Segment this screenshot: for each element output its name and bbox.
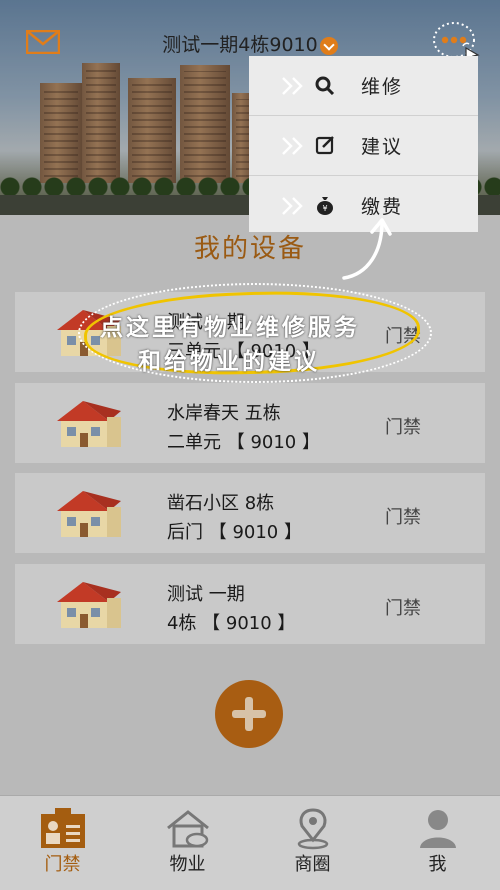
tab-label: 商圈 [294, 854, 331, 875]
community-selector[interactable]: 测试一期4栋9010 [0, 30, 500, 57]
house-icon [167, 810, 209, 848]
device-type-label: 门禁 [385, 417, 421, 438]
tab-property[interactable]: 物业 [125, 796, 250, 890]
menu-item-suggestion[interactable]: 建议 [249, 116, 478, 176]
device-card[interactable]: 水岸春天 五栋 二单元 【 9010 】 门禁 [15, 383, 485, 463]
add-device-button[interactable] [215, 680, 283, 748]
section-title: 我的设备 [193, 234, 306, 264]
wrench-icon [315, 76, 335, 95]
id-card-icon [41, 808, 85, 848]
house-icon [57, 582, 121, 628]
device-card[interactable]: 测试 一期 4栋 【 9010 】 门禁 [15, 564, 485, 644]
house-icon [57, 401, 121, 447]
menu-item-repair[interactable]: 维修 [249, 56, 478, 116]
svg-text:¥: ¥ [322, 204, 327, 213]
device-unit: 后门 【 9010 】 [167, 522, 302, 543]
chevron-down-icon [319, 36, 338, 55]
popup-menu: 维修 建议 ¥ 缴费 [249, 56, 478, 232]
tab-me[interactable]: 我 [375, 796, 500, 890]
house-icon [57, 491, 121, 537]
menu-item-label: 维修 [361, 76, 404, 98]
device-unit: 二单元 【 9010 】 [167, 432, 320, 453]
device-type-label: 门禁 [385, 507, 421, 528]
user-icon [420, 810, 456, 848]
device-type-label: 门禁 [385, 598, 421, 619]
pointer-arrow-icon [342, 218, 392, 280]
tab-shopping-district[interactable]: 商圈 [250, 796, 375, 890]
device-card[interactable]: 凿石小区 8栋 后门 【 9010 】 门禁 [15, 473, 485, 553]
tab-access-control[interactable]: 门禁 [0, 796, 125, 890]
double-chevron-right-icon [282, 197, 303, 215]
page-title: 测试一期4栋9010 [162, 34, 318, 56]
device-unit: 4栋 【 9010 】 [167, 613, 296, 634]
edit-icon [315, 136, 334, 155]
tutorial-hint-line2: 和给物业的建议 [138, 349, 320, 375]
tab-label: 我 [428, 854, 447, 875]
location-pin-icon [297, 808, 329, 850]
tab-label: 门禁 [44, 854, 81, 875]
double-chevron-right-icon [282, 77, 303, 95]
device-address: 测试 一期 [167, 584, 245, 605]
money-bag-icon: ¥ [317, 197, 333, 215]
double-chevron-right-icon [282, 137, 303, 155]
bottom-tab-bar: 门禁 物业 商圈 我 [0, 795, 500, 890]
tutorial-hint-line1: 点这里有物业维修服务 [100, 315, 360, 341]
device-address: 水岸春天 五栋 [167, 403, 281, 424]
device-address: 凿石小区 8栋 [167, 493, 275, 514]
tab-label: 物业 [169, 854, 206, 875]
menu-item-label: 建议 [361, 136, 404, 158]
